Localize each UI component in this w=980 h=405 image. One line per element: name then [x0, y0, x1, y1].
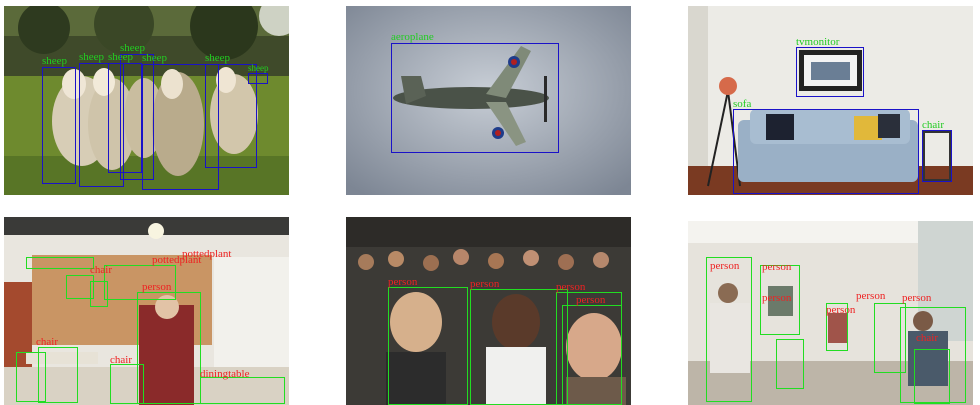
panel-sheep-field: sheep sheep sheep sheep sheep sheep shee… [4, 6, 289, 195]
sofa-label: sofa [733, 98, 752, 110]
chair-label-3: chair [110, 354, 132, 366]
panel-living-room: tvmonitor sofa chair [688, 6, 973, 195]
tvmonitor-label: tvmonitor [796, 36, 840, 48]
panel-cafe-woman: pottedplant pottedplant chair chair dini… [4, 217, 289, 405]
person-box-rest-6 [776, 339, 804, 389]
person-label-rest-2: person [762, 261, 792, 273]
person-box-crowd-2 [470, 289, 568, 405]
person-label-cafe: person [142, 281, 172, 293]
sheep-label-2: sheep [79, 51, 105, 63]
panel-crowd: person person person person [346, 217, 631, 405]
person-label-crowd-2: person [470, 278, 500, 290]
person-box-crowd-1 [388, 287, 468, 405]
tvmonitor-box [796, 47, 864, 97]
pottedplant-label-2: pottedplant [152, 254, 202, 266]
chair-box-rest [914, 349, 950, 404]
person-label-rest-5: person [902, 292, 932, 304]
person-box-rest-1 [706, 257, 752, 402]
person-label-crowd-1: person [388, 276, 418, 288]
chair-box-2 [90, 281, 108, 307]
sheep-label-5: sheep [142, 52, 168, 64]
panel-restaurant: person person person person person chair… [688, 221, 973, 405]
person-label-rest-3: person [826, 304, 856, 316]
sheep-box-7 [248, 73, 268, 84]
pottedplant-box-1 [26, 257, 94, 269]
diningtable-label: diningtable [200, 368, 250, 380]
sheep-label-6: sheep [205, 52, 231, 64]
chair-box-4 [38, 347, 78, 403]
sheep-label-7: sheep [248, 63, 269, 73]
chair-label-1: chair [90, 264, 112, 276]
panel-airplane-sky: aeroplane [346, 6, 631, 195]
chair-box-room [922, 130, 952, 182]
person-label-rest-4: person [856, 290, 886, 302]
airplane-label: aeroplane [391, 31, 434, 43]
person-label-crowd-4: person [576, 294, 606, 306]
sheep-label-1: sheep [42, 55, 68, 67]
chair-label-rest: chair [916, 332, 938, 344]
sheep-box-1 [42, 67, 76, 184]
chair-label-room: chair [922, 119, 944, 131]
person-box-crowd-4 [562, 305, 622, 405]
airplane-box [391, 43, 559, 153]
sofa-box [733, 109, 919, 194]
person-label-crowd-3: person [556, 281, 586, 293]
diningtable-box [200, 377, 285, 404]
person-label-rest-6: person [762, 292, 792, 304]
person-box-cafe [137, 292, 201, 404]
chair-label-2: chair [36, 336, 58, 348]
person-label-rest-1: person [710, 260, 740, 272]
